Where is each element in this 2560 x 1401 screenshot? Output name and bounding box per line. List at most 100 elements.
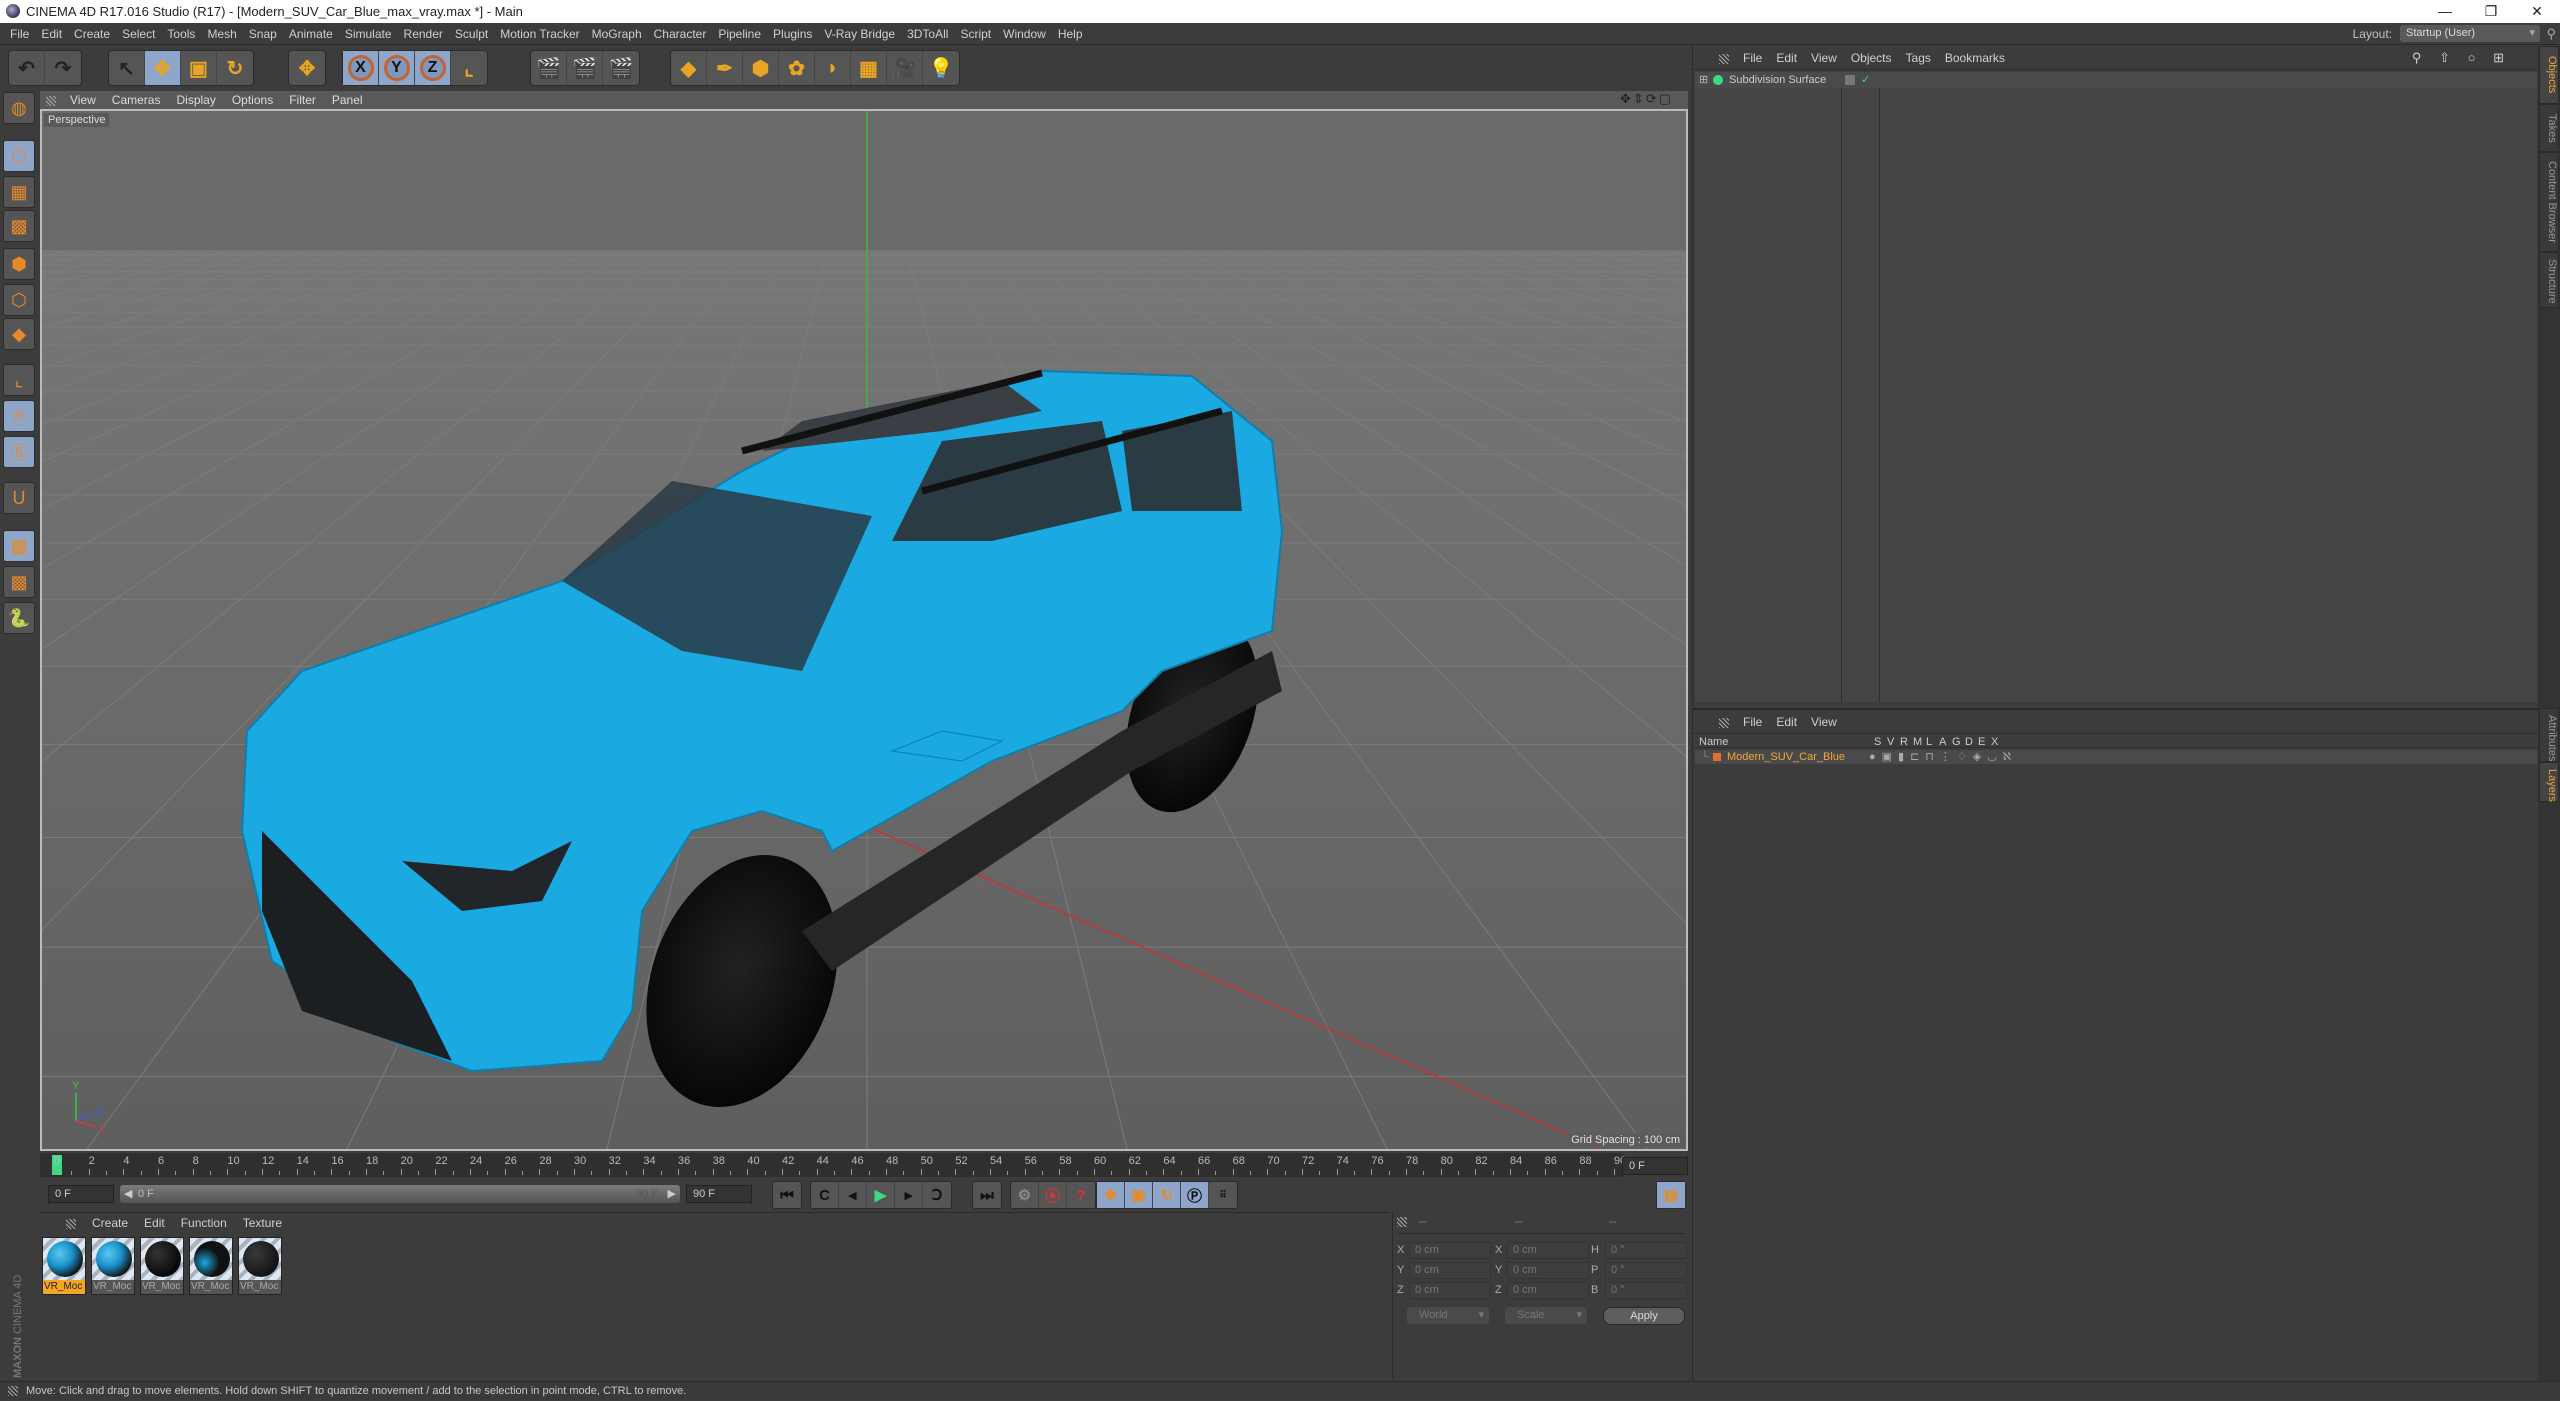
floor-icon[interactable]: ▦ <box>851 51 887 85</box>
side-tab-content-browser[interactable]: Content Browser <box>2539 152 2559 252</box>
menu-render[interactable]: Render <box>398 23 449 45</box>
timeline-ruler[interactable]: 0 2 4 6 8 10 12 14 16 18 20 22 24 26 28 30 32 34 36 38 40 42 4… <box>40 1153 1633 1177</box>
side-tab-layers[interactable]: Layers <box>2539 762 2559 802</box>
tweak-mode-icon[interactable]: 🖱 <box>3 400 35 432</box>
gripper-icon[interactable] <box>66 1218 76 1229</box>
edges-mode-icon[interactable]: ⬡ <box>3 284 35 316</box>
object-menu-file[interactable]: File <box>1743 51 1762 65</box>
layer-tag-icon[interactable] <box>1845 75 1855 85</box>
layer-color-swatch[interactable] <box>1713 753 1721 761</box>
menu-pipeline[interactable]: Pipeline <box>712 23 767 45</box>
camera-icon[interactable]: 🎥 <box>887 51 923 85</box>
layer-column-x[interactable]: X <box>1991 736 1998 748</box>
motion-record-icon[interactable]: ⚙ <box>1011 1182 1039 1208</box>
menu-help[interactable]: Help <box>1052 23 1089 45</box>
rotation-field[interactable]: 0 ° <box>1605 1282 1687 1299</box>
layer-name[interactable]: Modern_SUV_Car_Blue <box>1727 750 1845 764</box>
menu-edit[interactable]: Edit <box>35 23 68 45</box>
layer-column-l[interactable]: L <box>1926 736 1932 748</box>
viewport-menu-display[interactable]: Display <box>168 91 223 109</box>
new-window-icon[interactable]: ⊞ <box>2493 50 2504 65</box>
layer-column-v[interactable]: V <box>1887 736 1894 748</box>
side-tab-attributes[interactable]: Attributes <box>2539 708 2559 762</box>
object-menu-tags[interactable]: Tags <box>1906 51 1931 65</box>
gripper-icon[interactable] <box>1719 717 1729 728</box>
material-menu-edit[interactable]: Edit <box>144 1216 165 1230</box>
layer-menu-view[interactable]: View <box>1811 715 1837 729</box>
menu-mograph[interactable]: MoGraph <box>586 23 648 45</box>
menu-v-ray-bridge[interactable]: V-Ray Bridge <box>818 23 901 45</box>
rotation-field[interactable]: 0 ° <box>1605 1262 1687 1279</box>
menu-3dtoall[interactable]: 3DToAll <box>901 23 954 45</box>
material-swatch[interactable]: VR_Moc <box>42 1237 86 1295</box>
record-active-objects-icon[interactable]: ⦿ <box>1039 1182 1067 1208</box>
menu-motion-tracker[interactable]: Motion Tracker <box>494 23 585 45</box>
layer-column-d[interactable]: D <box>1965 736 1973 748</box>
layer-column-s[interactable]: S <box>1874 736 1881 748</box>
layer-row[interactable]: └ Modern_SUV_Car_Blue ●▣▮⊏⊓⋮♢◈◡ℵ <box>1695 750 2537 764</box>
points-mode-icon[interactable]: ⬢ <box>3 248 35 280</box>
side-tab-takes[interactable]: Takes <box>2539 104 2559 152</box>
search-icon[interactable]: ⚲ <box>2546 26 2556 42</box>
go-to-end-icon[interactable]: ⏭ <box>973 1182 1001 1208</box>
render-settings-icon[interactable]: 🎬 <box>603 51 639 85</box>
rotation-field[interactable]: 0 ° <box>1605 1242 1687 1259</box>
undo-icon[interactable]: ↶ <box>9 51 45 85</box>
layer-flags[interactable]: ●▣▮⊏⊓⋮♢◈◡ℵ <box>1869 750 2017 764</box>
object-menu-objects[interactable]: Objects <box>1851 51 1892 65</box>
x-axis-lock-icon[interactable]: X <box>343 51 379 85</box>
menu-snap[interactable]: Snap <box>243 23 283 45</box>
step-back-icon[interactable]: ◂ <box>839 1182 867 1208</box>
side-tab-objects[interactable]: Objects <box>2539 46 2559 104</box>
gripper-icon[interactable] <box>1719 53 1729 64</box>
restore-icon[interactable]: ❐ <box>2468 0 2514 23</box>
key-parameter-icon[interactable]: Ⓟ <box>1181 1182 1209 1208</box>
menu-animate[interactable]: Animate <box>283 23 339 45</box>
object-menu-view[interactable]: View <box>1811 51 1837 65</box>
material-swatch[interactable]: VR_Moc <box>140 1237 184 1295</box>
subdivision-surface-icon[interactable]: ⬢ <box>743 51 779 85</box>
menu-file[interactable]: File <box>4 23 35 45</box>
key-point-level-icon[interactable]: ⠿ <box>1209 1182 1237 1208</box>
solo-icon[interactable]: Ⓢ <box>3 436 35 468</box>
rotate-icon[interactable]: ↻ <box>217 51 253 85</box>
material-swatch[interactable]: VR_Moc <box>238 1237 282 1295</box>
enable-axis-icon[interactable]: ⌞ <box>3 364 35 396</box>
recent-tool-icon[interactable]: ✥ <box>289 51 325 85</box>
layout-select[interactable]: Startup (User) <box>2400 25 2540 42</box>
gripper-icon[interactable] <box>1397 1217 1407 1228</box>
zoom-view-icon[interactable]: ⇕ <box>1633 91 1646 106</box>
key-position-icon[interactable]: ✥ <box>1097 1182 1125 1208</box>
step-forward-icon[interactable]: ▸ <box>895 1182 923 1208</box>
menu-select[interactable]: Select <box>116 23 161 45</box>
live-selection-icon[interactable]: ↖ <box>109 51 145 85</box>
close-icon[interactable]: ✕ <box>2514 0 2560 23</box>
coordinate-space-select[interactable]: World ▾ <box>1407 1307 1489 1324</box>
viewport-menu-panel[interactable]: Panel <box>324 91 371 109</box>
cube-primitive-icon[interactable]: ◆ <box>671 51 707 85</box>
toggle-layout-icon[interactable]: ▢ <box>1659 91 1673 106</box>
position-field[interactable]: 0 cm <box>1409 1262 1491 1279</box>
size-field[interactable]: 0 cm <box>1507 1282 1589 1299</box>
viewport-menu-options[interactable]: Options <box>224 91 281 109</box>
mograph-cloner-icon[interactable]: ✿ <box>779 51 815 85</box>
model-mode-icon[interactable]: ⬡ <box>3 140 35 172</box>
link-icon[interactable]: ○ <box>2468 50 2476 65</box>
y-axis-lock-icon[interactable]: Y <box>379 51 415 85</box>
menu-window[interactable]: Window <box>997 23 1052 45</box>
z-axis-lock-icon[interactable]: Z <box>415 51 451 85</box>
lock-workplane-icon[interactable]: ▩ <box>3 530 35 562</box>
coordinate-system-icon[interactable]: ⌞ <box>451 51 487 85</box>
snapping-icon[interactable]: U <box>3 482 35 514</box>
expand-icon[interactable]: ⊞ <box>1699 72 1708 88</box>
planar-workplane-icon[interactable]: ▩ <box>3 566 35 598</box>
deformer-bend-icon[interactable]: ◗ <box>815 51 851 85</box>
end-frame-field[interactable]: 90 F <box>686 1185 752 1203</box>
size-field[interactable]: 0 cm <box>1507 1242 1589 1259</box>
apply-button[interactable]: Apply <box>1603 1307 1685 1325</box>
layer-column-g[interactable]: G <box>1952 736 1961 748</box>
material-menu-function[interactable]: Function <box>181 1216 227 1230</box>
size-field[interactable]: 0 cm <box>1507 1262 1589 1279</box>
enabled-check-icon[interactable]: ✓ <box>1861 72 1870 88</box>
current-frame-field[interactable]: 0 F <box>1622 1157 1688 1175</box>
